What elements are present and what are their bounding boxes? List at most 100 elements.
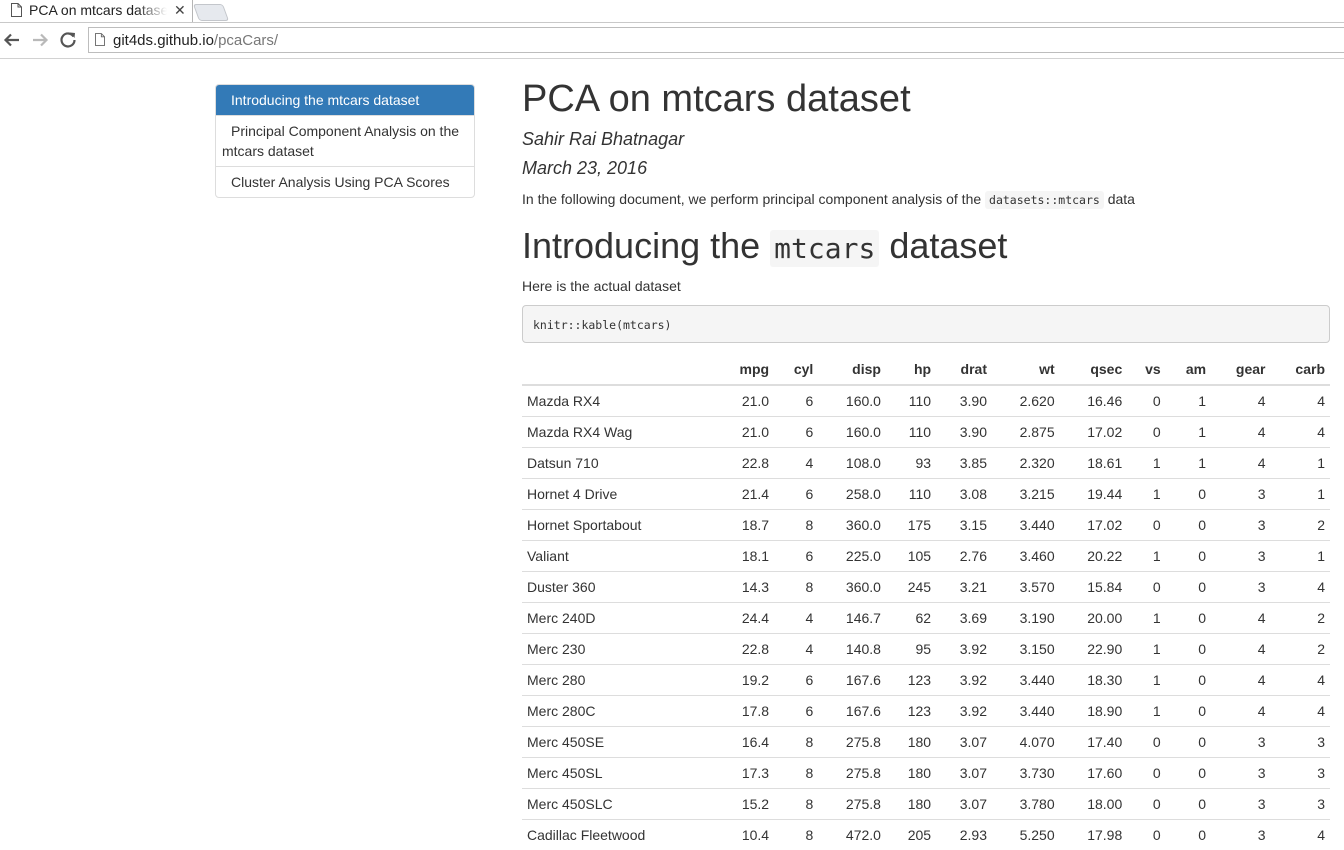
table-cell: 3.570 (992, 572, 1060, 603)
table-cell: 0 (1166, 479, 1211, 510)
column-header-name (522, 354, 715, 385)
table-cell: 21.4 (715, 479, 774, 510)
table-cell: 1 (1166, 417, 1211, 448)
table-cell: 1 (1127, 448, 1165, 479)
table-cell: 4 (1270, 417, 1330, 448)
table-cell: 4 (1211, 417, 1270, 448)
table-cell: 275.8 (818, 758, 886, 789)
row-name-cell: Merc 450SL (522, 758, 715, 789)
table-cell: 1 (1166, 385, 1211, 417)
browser-tab[interactable]: PCA on mtcars dataset ✕ (0, 0, 193, 22)
table-cell: 6 (774, 665, 818, 696)
table-cell: 5.250 (992, 820, 1060, 850)
row-name-cell: Datsun 710 (522, 448, 715, 479)
table-cell: 3.150 (992, 634, 1060, 665)
toc-item-pca[interactable]: Principal Component Analysis on the mtca… (216, 115, 474, 166)
table-cell: 17.8 (715, 696, 774, 727)
table-cell: 2 (1270, 634, 1330, 665)
table-cell: 3.440 (992, 665, 1060, 696)
table-cell: 3.780 (992, 789, 1060, 820)
table-cell: 0 (1166, 541, 1211, 572)
table-cell: 16.4 (715, 727, 774, 758)
table-cell: 3 (1270, 727, 1330, 758)
toc-item-introducing-mtcars[interactable]: Introducing the mtcars dataset (216, 85, 474, 115)
table-cell: 180 (886, 789, 936, 820)
table-cell: 3.08 (936, 479, 992, 510)
table-cell: 0 (1127, 385, 1165, 417)
table-cell: 4 (1211, 696, 1270, 727)
table-cell: 17.3 (715, 758, 774, 789)
table-cell: 4 (774, 634, 818, 665)
table-cell: 93 (886, 448, 936, 479)
table-cell: 15.2 (715, 789, 774, 820)
table-header-row: mpgcyldisphpdratwtqsecvsamgearcarb (522, 354, 1330, 385)
date: March 23, 2016 (522, 157, 647, 179)
table-cell: 0 (1127, 572, 1165, 603)
table-of-contents: Introducing the mtcars dataset Principal… (215, 84, 475, 198)
table-cell: 0 (1166, 634, 1211, 665)
toc-item-cluster-analysis[interactable]: Cluster Analysis Using PCA Scores (216, 166, 474, 197)
table-cell: 146.7 (818, 603, 886, 634)
table-cell: 1 (1166, 448, 1211, 479)
table-cell: 14.3 (715, 572, 774, 603)
url-text[interactable]: git4ds.github.io/pcaCars/ (113, 32, 278, 49)
table-row: Merc 450SL17.38275.81803.073.73017.60003… (522, 758, 1330, 789)
table-row: Mazda RX4 Wag21.06160.01103.902.87517.02… (522, 417, 1330, 448)
close-tab-icon[interactable]: ✕ (174, 2, 186, 19)
table-cell: 3.92 (936, 634, 992, 665)
table-cell: 123 (886, 665, 936, 696)
table-cell: 3.07 (936, 789, 992, 820)
table-cell: 15.84 (1060, 572, 1128, 603)
table-cell: 3 (1211, 820, 1270, 850)
table-cell: 3.85 (936, 448, 992, 479)
table-cell: 2.875 (992, 417, 1060, 448)
table-cell: 4 (1270, 572, 1330, 603)
table-cell: 3.440 (992, 510, 1060, 541)
column-header-gear: gear (1211, 354, 1270, 385)
table-cell: 4 (1270, 696, 1330, 727)
section-heading: Introducing the mtcars dataset (522, 224, 1007, 271)
column-header-mpg: mpg (715, 354, 774, 385)
table-cell: 0 (1127, 820, 1165, 850)
address-bar[interactable]: git4ds.github.io/pcaCars/ (88, 27, 1344, 53)
section-heading-before: Introducing the (522, 225, 770, 266)
forward-arrow-icon[interactable] (30, 30, 50, 50)
table-cell: 3.440 (992, 696, 1060, 727)
table-cell: 3 (1211, 789, 1270, 820)
reload-icon[interactable] (58, 30, 78, 50)
code-block: knitr::kable(mtcars) (522, 305, 1330, 343)
table-cell: 3.215 (992, 479, 1060, 510)
row-name-cell: Merc 280 (522, 665, 715, 696)
browser-toolbar: git4ds.github.io/pcaCars/ (0, 23, 1344, 59)
table-cell: 19.44 (1060, 479, 1128, 510)
table-cell: 4 (1211, 634, 1270, 665)
table-cell: 19.2 (715, 665, 774, 696)
table-cell: 258.0 (818, 479, 886, 510)
table-cell: 0 (1127, 789, 1165, 820)
table-cell: 18.61 (1060, 448, 1128, 479)
row-name-cell: Merc 240D (522, 603, 715, 634)
table-cell: 6 (774, 541, 818, 572)
dataset-paragraph: Here is the actual dataset (522, 276, 681, 296)
column-header-drat: drat (936, 354, 992, 385)
table-cell: 3 (1211, 510, 1270, 541)
table-cell: 3.69 (936, 603, 992, 634)
table-cell: 160.0 (818, 385, 886, 417)
table-cell: 17.98 (1060, 820, 1128, 850)
table-cell: 0 (1127, 417, 1165, 448)
table-cell: 3.460 (992, 541, 1060, 572)
table-cell: 1 (1127, 479, 1165, 510)
new-tab-button[interactable] (193, 4, 229, 21)
table-cell: 2 (1270, 510, 1330, 541)
column-header-hp: hp (886, 354, 936, 385)
table-cell: 3.15 (936, 510, 992, 541)
table-cell: 3.190 (992, 603, 1060, 634)
table-cell: 1 (1270, 448, 1330, 479)
table-cell: 17.02 (1060, 510, 1128, 541)
back-arrow-icon[interactable] (2, 30, 22, 50)
tab-strip: PCA on mtcars dataset ✕ (0, 0, 1344, 23)
table-cell: 95 (886, 634, 936, 665)
table-cell: 4 (1270, 820, 1330, 850)
row-name-cell: Merc 280C (522, 696, 715, 727)
table-cell: 3 (1270, 758, 1330, 789)
